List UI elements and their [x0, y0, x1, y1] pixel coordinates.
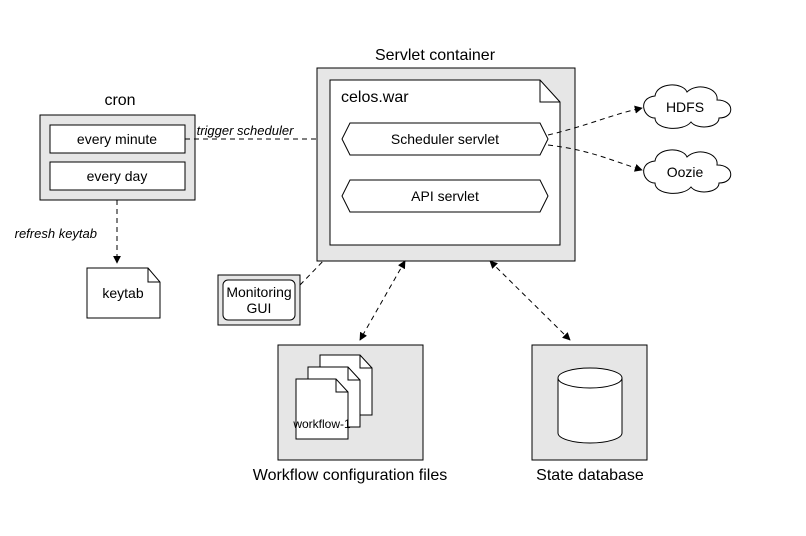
- cron-item-0-label: every minute: [77, 131, 157, 147]
- database-icon: [558, 368, 622, 443]
- statedb-caption: State database: [536, 467, 644, 484]
- api-label: API servlet: [411, 188, 479, 204]
- servlet-to-statedb-arrow: [490, 261, 570, 340]
- servlet-container: Servlet container celos.war Scheduler se…: [317, 47, 575, 261]
- refresh-edge: refresh keytab: [15, 200, 117, 263]
- cron-group: cron every minute every day: [40, 92, 195, 200]
- monitoring-line1: Monitoring: [226, 284, 291, 300]
- trigger-edge: trigger scheduler: [185, 123, 336, 139]
- hdfs-cloud: HDFS: [644, 85, 731, 128]
- cron-item-1-label: every day: [87, 168, 148, 184]
- refresh-label: refresh keytab: [15, 226, 97, 241]
- state-database: State database: [532, 345, 647, 484]
- war-label: celos.war: [341, 89, 409, 106]
- cron-title: cron: [104, 92, 135, 109]
- trigger-label: trigger scheduler: [197, 123, 294, 138]
- servlet-title: Servlet container: [375, 47, 496, 64]
- keytab-label: keytab: [102, 285, 143, 301]
- scheduler-label: Scheduler servlet: [391, 131, 499, 147]
- oozie-label: Oozie: [667, 164, 704, 180]
- monitoring-gui: Monitoring GUI: [218, 275, 300, 325]
- hdfs-label: HDFS: [666, 99, 704, 115]
- oozie-cloud: Oozie: [644, 150, 731, 193]
- servlet-to-workflows-arrow: [360, 261, 405, 340]
- monitoring-line2: GUI: [247, 300, 272, 316]
- workflow-files: workflow-1 Workflow configuration files: [253, 345, 447, 484]
- workflow-file-label: workflow-1: [292, 417, 351, 431]
- workflow-caption: Workflow configuration files: [253, 467, 447, 484]
- keytab-file: keytab: [87, 268, 160, 318]
